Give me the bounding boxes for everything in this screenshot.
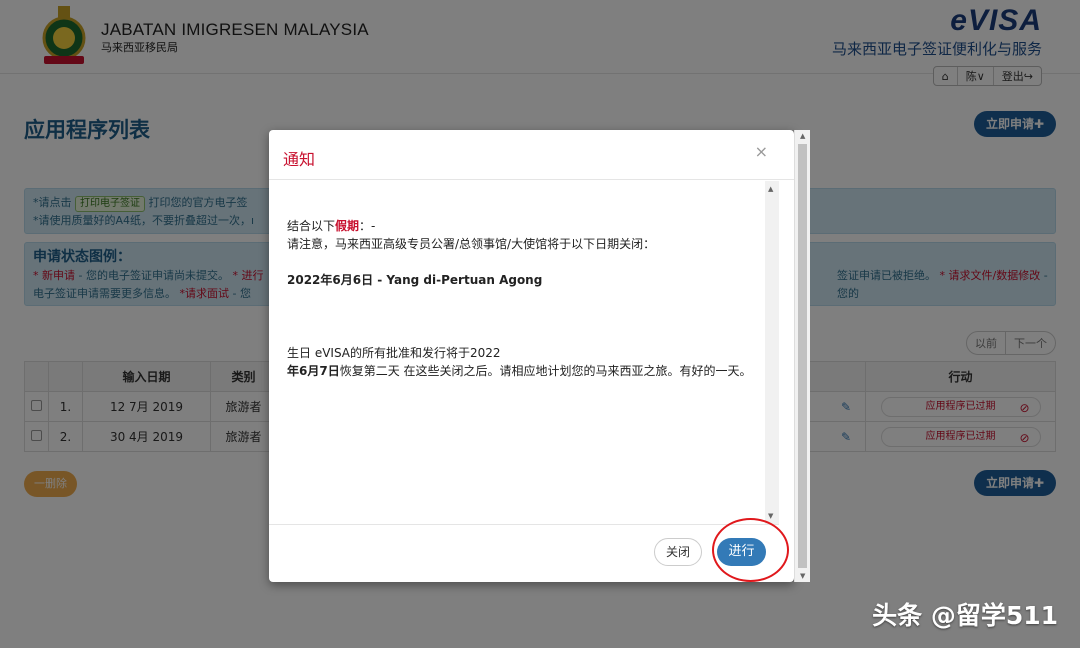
notice-paragraph: 生日 eVISA的所有批准和发行将于2022 年6月7日恢复第二天 在这些关闭之… (287, 346, 752, 378)
close-button[interactable]: 关闭 (654, 538, 702, 566)
scroll-up-icon[interactable]: ▲ (768, 185, 773, 193)
notice-modal: 通知 × 结合以下假期：- 请注意，马来西亚高级专员公署/总领事馆/大使馆将于以… (269, 130, 794, 582)
scroll-down-icon[interactable]: ▼ (768, 512, 773, 520)
scroll-down-icon[interactable]: ▼ (800, 572, 805, 580)
holiday-date: 2022年6月6日 - Yang di-Pertuan Agong (287, 273, 543, 287)
annotation-circle (712, 518, 789, 582)
modal-body: 结合以下假期：- 请注意，马来西亚高级专员公署/总领事馆/大使馆将于以下日期关闭… (269, 181, 765, 524)
watermark: 头条 @留学511 (872, 601, 1058, 630)
close-icon[interactable]: × (755, 142, 768, 161)
modal-title: 通知 (283, 150, 316, 169)
scroll-up-icon[interactable]: ▲ (800, 132, 805, 140)
scrollbar-thumb[interactable] (798, 144, 807, 568)
modal-header: 通知 × (269, 130, 794, 180)
notice-intro: 结合以下假期：- 请注意，马来西亚高级专员公署/总领事馆/大使馆将于以下日期关闭… (287, 219, 656, 251)
modal-footer: 关闭 进行 (269, 524, 779, 582)
modal-scrollbar[interactable]: ▲ ▼ (794, 130, 810, 582)
modal-body-scrollbar[interactable]: ▲ ▼ (765, 181, 779, 524)
